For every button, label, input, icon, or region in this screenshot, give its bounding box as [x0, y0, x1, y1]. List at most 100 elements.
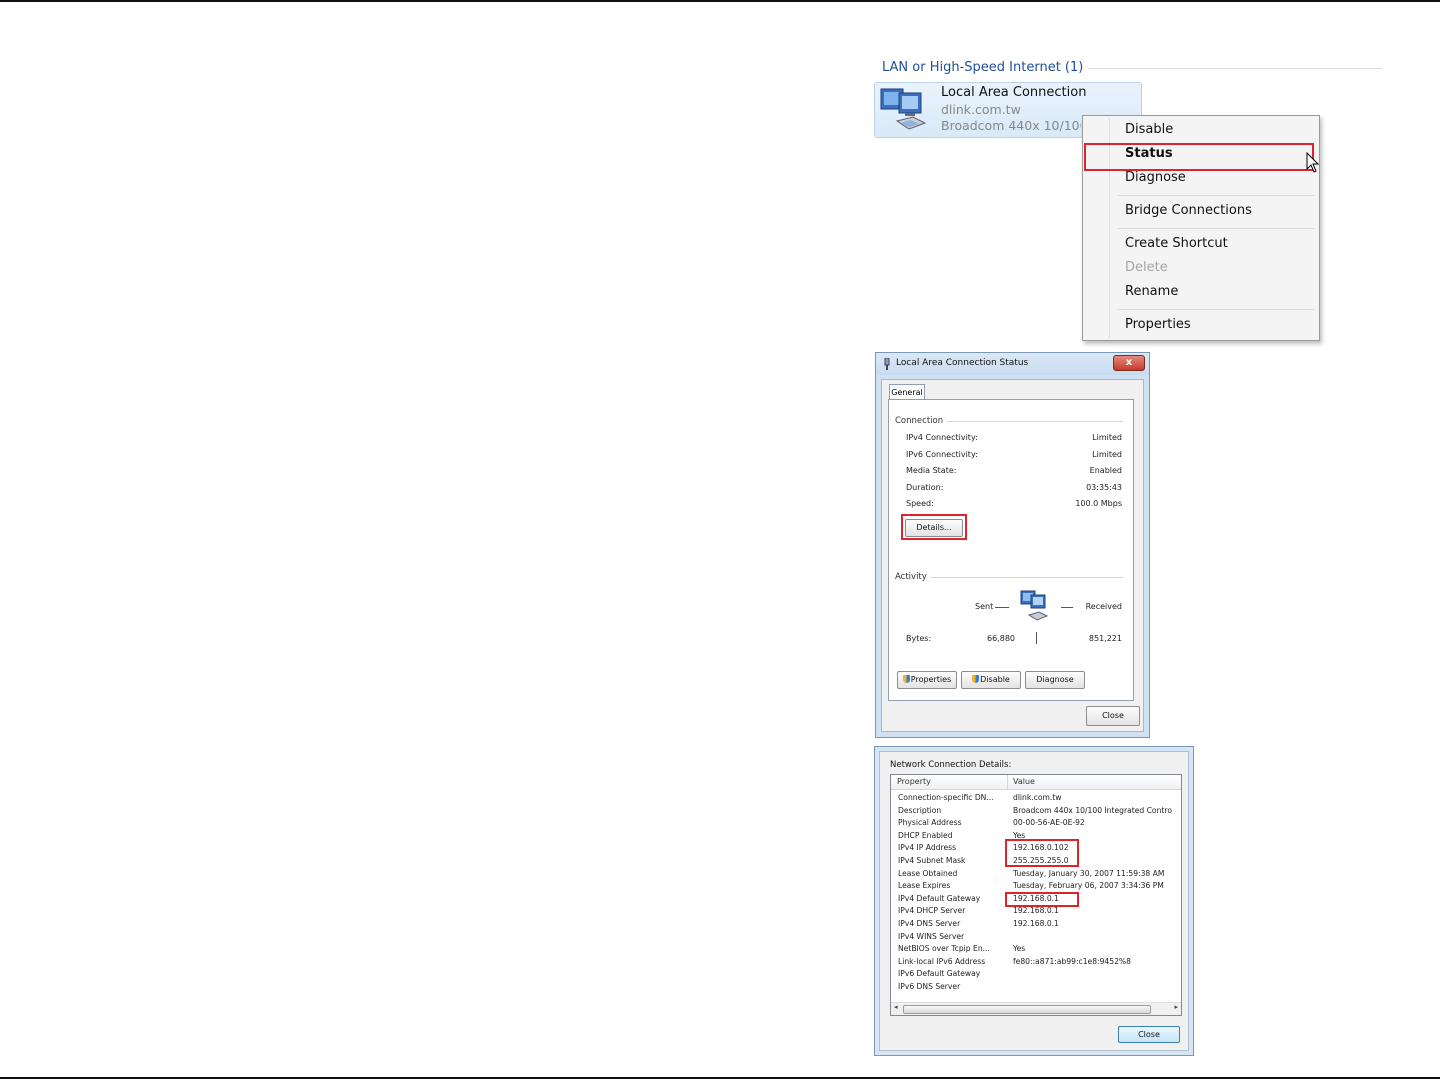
connection-network: dlink.com.tw: [941, 102, 1021, 117]
ipv4-connectivity-label: IPv4 Connectivity:: [906, 433, 978, 442]
menu-separator: [1117, 228, 1315, 229]
property-cell: IPv4 DHCP Server: [898, 906, 966, 916]
table-row[interactable]: IPv4 WINS Server: [891, 932, 1181, 944]
value-cell: Broadcom 440x 10/100 Integrated Contro: [1013, 805, 1172, 815]
close-button[interactable]: Close: [1086, 706, 1140, 726]
details-dialog-title: Network Connection Details:: [890, 760, 1012, 770]
network-adapter-icon: [880, 88, 927, 130]
table-row[interactable]: NetBIOS over Tcpip En... Yes: [891, 944, 1181, 956]
property-cell: IPv4 DNS Server: [898, 919, 961, 928]
speed-value: 100.0 Mbps: [1075, 499, 1122, 508]
details-list-view[interactable]: Property Value Connection-specific DN...…: [890, 774, 1182, 1016]
menu-item-bridge-connections[interactable]: Bridge Connections: [1125, 203, 1252, 218]
ip-mask-highlight-box: [1005, 839, 1079, 867]
gateway-highlight-box: [1005, 892, 1079, 907]
details-close-button[interactable]: Close: [1118, 1026, 1180, 1043]
property-cell: IPv6 DNS Server: [898, 982, 961, 991]
diagnose-button[interactable]: Diagnose: [1025, 671, 1085, 689]
property-cell: IPv4 WINS Server: [898, 931, 965, 941]
group-divider: [1088, 68, 1382, 69]
speed-label: Speed:: [906, 499, 934, 508]
table-row[interactable]: Connection-specific DN... dlink.com.tw: [891, 793, 1181, 805]
activity-section-label: Activity: [895, 572, 927, 582]
table-row[interactable]: IPv6 DNS Server: [891, 982, 1181, 994]
menu-item-properties[interactable]: Properties: [1125, 317, 1191, 332]
status-dialog-client: General Connection IPv4 Connectivity: Li…: [881, 379, 1144, 732]
menu-item-delete: Delete: [1125, 260, 1168, 275]
scrollbar-thumb[interactable]: [903, 1005, 1151, 1014]
menu-item-create-shortcut[interactable]: Create Shortcut: [1125, 236, 1228, 251]
ipv6-connectivity-label: IPv6 Connectivity:: [906, 450, 978, 459]
duration-label: Duration:: [906, 483, 944, 492]
menu-item-diagnose[interactable]: Diagnose: [1125, 170, 1186, 185]
network-connections-panel: LAN or High-Speed Internet (1) Local Are…: [874, 52, 1382, 350]
value-cell: dlink.com.tw: [1013, 793, 1062, 802]
tab-general[interactable]: General: [889, 384, 925, 400]
connection-section-label: Connection: [895, 416, 944, 426]
value-cell: Tuesday, January 30, 2007 11:59:38 AM: [1013, 868, 1165, 878]
close-window-button[interactable]: x: [1113, 355, 1145, 371]
received-label: Received: [1085, 602, 1122, 611]
property-cell: Connection-specific DN...: [898, 793, 994, 802]
column-header-property[interactable]: Property: [897, 777, 931, 786]
media-state-value: Enabled: [1089, 466, 1122, 475]
bytes-label: Bytes:: [906, 634, 932, 643]
value-cell: 192.168.0.1: [1013, 919, 1059, 928]
scroll-left-arrow-icon[interactable]: ◂: [894, 1003, 898, 1011]
menu-separator: [1117, 309, 1315, 310]
property-cell: NetBIOS over Tcpip En...: [898, 944, 990, 954]
menu-item-disable[interactable]: Disable: [1125, 122, 1173, 137]
uac-shield-icon: [972, 675, 980, 683]
top-rule: [0, 0, 1440, 2]
scroll-right-arrow-icon[interactable]: ▸: [1174, 1003, 1178, 1011]
property-cell: IPv6 Default Gateway: [898, 969, 981, 979]
sent-label: Sent: [975, 602, 994, 611]
ipv4-connectivity-value: Limited: [1092, 433, 1122, 442]
property-cell: Description: [898, 805, 942, 815]
mouse-cursor-icon: [1306, 152, 1320, 173]
status-dialog: Local Area Connection Status x General C…: [875, 352, 1150, 738]
property-cell: IPv4 Subnet Mask: [898, 856, 966, 865]
table-row[interactable]: IPv4 DHCP Server 192.168.0.1: [891, 906, 1181, 918]
menu-item-rename[interactable]: Rename: [1125, 284, 1178, 299]
connection-name: Local Area Connection: [941, 85, 1087, 100]
table-row[interactable]: Description Broadcom 440x 10/100 Integrat…: [891, 806, 1181, 818]
horizontal-scrollbar[interactable]: ◂ ▸: [891, 1002, 1181, 1015]
property-cell: IPv4 IP Address: [898, 843, 957, 853]
properties-button[interactable]: Properties: [897, 671, 957, 689]
connection-adapter: Broadcom 440x 10/100: [941, 118, 1081, 133]
menu-separator: [1117, 195, 1315, 196]
value-cell: 192.168.0.1: [1013, 906, 1059, 916]
table-row[interactable]: IPv6 Default Gateway: [891, 969, 1181, 981]
column-header-value[interactable]: Value: [1013, 777, 1035, 786]
bytes-received-value: 851,221: [1088, 634, 1122, 643]
property-cell: Physical Address: [898, 818, 962, 828]
details-dialog: Network Connection Details: Property Val…: [874, 746, 1194, 1056]
network-plug-icon: [884, 358, 890, 370]
table-row[interactable]: Physical Address 00-00-56-AE-0E-92: [891, 818, 1181, 830]
status-dialog-titlebar: Local Area Connection Status x: [876, 353, 1149, 375]
property-cell: Lease Expires: [898, 881, 951, 891]
list-header: Property Value: [891, 775, 1181, 790]
table-row[interactable]: IPv4 DNS Server 192.168.0.1: [891, 919, 1181, 931]
value-cell: fe80::a871:ab99:c1e8:9452%8: [1013, 956, 1131, 966]
value-cell: 00-00-56-AE-0E-92: [1013, 818, 1085, 828]
activity-computers-icon: [1020, 590, 1049, 621]
media-state-label: Media State:: [906, 466, 957, 475]
duration-value: 03:35:43: [1086, 483, 1122, 492]
property-cell: DHCP Enabled: [898, 830, 953, 840]
bytes-sent-value: 66,880: [987, 634, 1015, 643]
general-tab-page: Connection IPv4 Connectivity: Limited IP…: [888, 399, 1134, 701]
property-cell: IPv4 Default Gateway: [898, 893, 981, 903]
details-highlight-box: [901, 514, 967, 540]
disable-button[interactable]: Disable: [961, 671, 1021, 689]
table-row[interactable]: Lease Obtained Tuesday, January 30, 2007 …: [891, 869, 1181, 881]
property-cell: Link-local IPv6 Address: [898, 956, 986, 966]
status-highlight-box: [1084, 143, 1314, 171]
group-title: LAN or High-Speed Internet (1): [882, 60, 1084, 75]
value-cell: Tuesday, February 06, 2007 3:34:36 PM: [1013, 881, 1164, 891]
table-row[interactable]: Link-local IPv6 Address fe80::a871:ab99:c…: [891, 957, 1181, 969]
bottom-rule: [0, 1077, 1440, 1079]
property-cell: Lease Obtained: [898, 868, 958, 878]
ipv6-connectivity-value: Limited: [1092, 450, 1122, 459]
